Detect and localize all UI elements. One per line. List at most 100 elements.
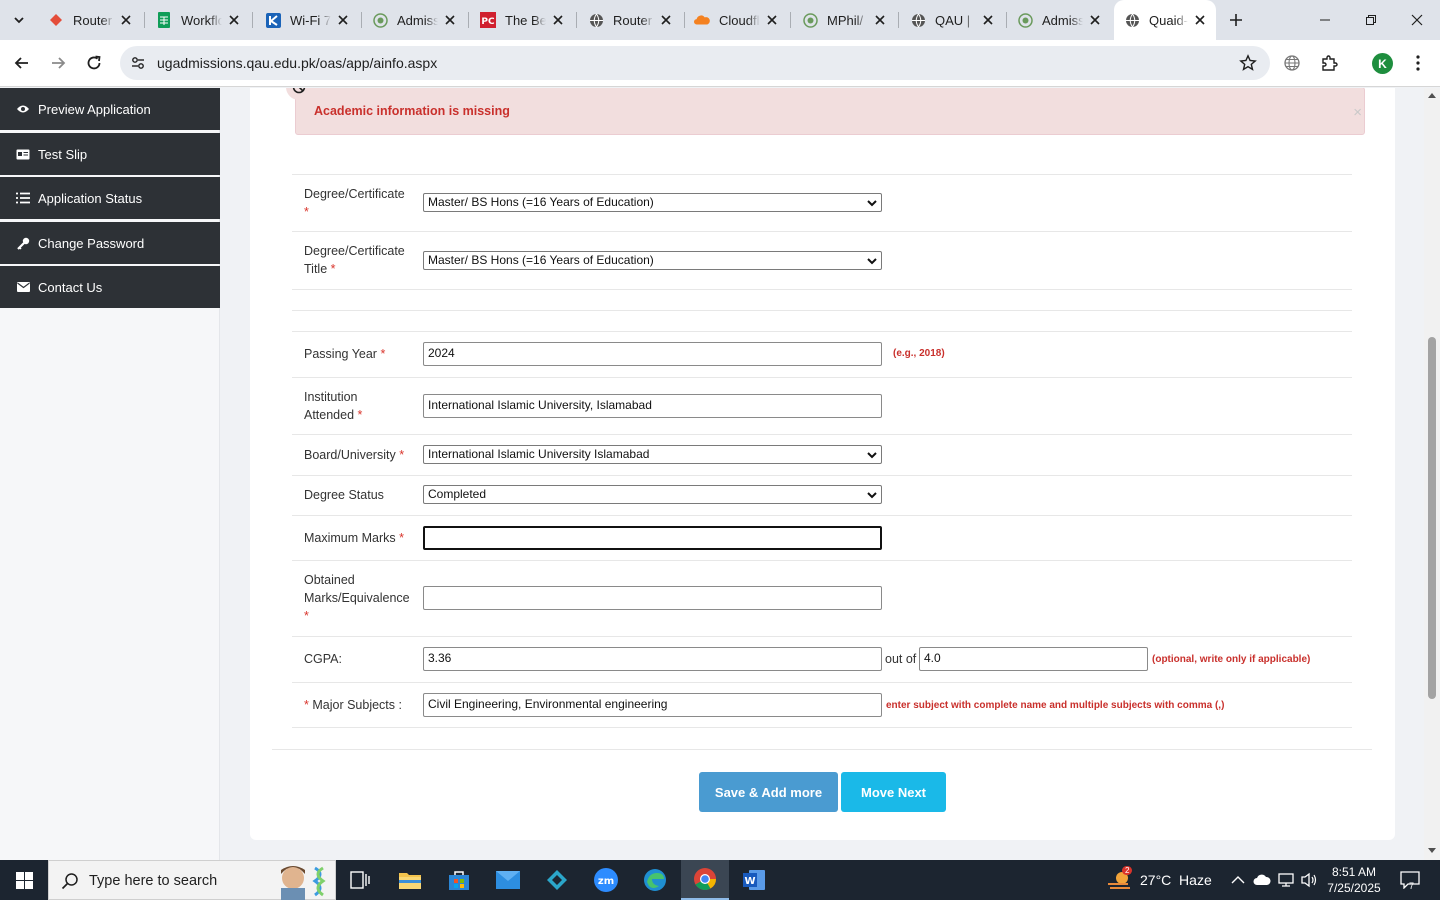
tab-close-icon[interactable] [335,12,351,28]
obtained-marks-input[interactable] [423,586,882,610]
sidebar-item-change-password[interactable]: Change Password [0,222,220,264]
tab-close-icon[interactable] [980,12,996,28]
tab-separator [898,12,899,28]
tab-close-icon[interactable] [442,12,458,28]
cgpa-hint: (optional, write only if applicable) [1152,654,1311,665]
tab-close-icon[interactable] [872,12,888,28]
tab-close-icon[interactable] [118,12,134,28]
back-button[interactable] [8,49,36,77]
system-clock[interactable]: 8:51 AM 7/25/2025 [1318,864,1390,896]
board-select[interactable]: International Islamic University Islamab… [423,445,882,464]
move-next-button[interactable]: Move Next [841,772,946,812]
institution-input[interactable]: International Islamic University, Islama… [423,394,882,418]
mail-button[interactable] [484,860,532,900]
tab-close-icon[interactable] [764,12,780,28]
edge-button[interactable] [631,860,679,900]
browser-tab[interactable]: Wi-Fi 7 [255,6,359,34]
chevron-up-icon[interactable] [1229,871,1247,889]
browser-tab[interactable]: Cloudflare [684,6,788,34]
browser-tab[interactable]: Admission [362,6,466,34]
search-icon [61,873,78,890]
browser-tab[interactable]: Router [578,6,682,34]
store-button[interactable] [435,860,483,900]
word-icon: W [743,870,765,890]
tab-close-icon[interactable] [658,12,674,28]
divider [292,682,1352,683]
alert-close-button[interactable]: × [1353,104,1362,121]
chrome-icon [694,868,716,890]
cgpa-out-of-input[interactable]: 4.0 [919,647,1148,671]
tab-close-icon[interactable] [550,12,566,28]
passing-year-input[interactable]: 2024 [423,342,882,366]
taskbar-search-box[interactable]: Type here to search [48,860,336,900]
degree-select[interactable]: Master/ BS Hons (=16 Years of Education) [423,193,882,212]
bookmark-star-icon[interactable] [1238,53,1258,73]
chevron-down-icon [867,200,877,207]
cgpa-input[interactable]: 3.36 [423,647,882,671]
sheets-icon [156,12,172,28]
zoom-button[interactable]: zm [582,860,630,900]
sidebar-item-application-status[interactable]: Application Status [0,177,220,219]
divider [292,289,1352,290]
major-subjects-label: * Major Subjects : [304,698,402,712]
obtained-marks-label: Obtained Marks/Equivalence * [304,573,410,623]
scroll-down-icon[interactable] [1428,846,1436,854]
scroll-up-icon[interactable] [1428,92,1436,100]
major-subjects-input[interactable]: Civil Engineering, Environmental enginee… [423,693,882,717]
site-info-icon[interactable] [128,53,148,73]
start-button[interactable] [0,860,48,900]
extensions-puzzle-icon[interactable] [1316,50,1342,76]
tab-close-icon[interactable] [226,12,242,28]
maximum-marks-input[interactable] [423,526,882,550]
tab-search-button[interactable] [6,7,32,33]
address-bar[interactable]: ugadmissions.qau.edu.pk/oas/app/ainfo.as… [120,46,1270,80]
sidebar-item-test-slip[interactable]: Test Slip [0,133,220,175]
page-scrollbar[interactable] [1424,88,1440,860]
file-explorer-button[interactable] [386,860,434,900]
chevron-down-icon [14,17,24,24]
browser-tab[interactable]: PC The Best [470,6,574,34]
tab-close-icon[interactable] [1192,12,1208,28]
url-text[interactable]: ugadmissions.qau.edu.pk/oas/app/ainfo.as… [157,55,437,71]
browser-tab[interactable]: Router [38,6,142,34]
divider [292,434,1352,435]
word-button[interactable]: W [730,860,778,900]
menu-kebab-icon[interactable] [1405,50,1431,76]
svg-text:zm: zm [598,876,614,887]
new-tab-button[interactable] [1224,8,1248,32]
scrollbar-thumb[interactable] [1428,337,1436,699]
sidebar-item-contact-us[interactable]: Contact Us [0,266,220,308]
degree-status-select[interactable]: Completed [423,485,882,504]
degree-title-select[interactable]: Master/ BS Hons (=16 Years of Education) [423,251,882,270]
tab-close-icon[interactable] [1087,12,1103,28]
cloud-icon [694,12,710,28]
task-view-icon [350,871,370,889]
minimize-button[interactable] [1302,0,1348,40]
sidebar-item-preview-application[interactable]: Preview Application [0,88,220,130]
browser-tab[interactable]: Quaid- [1114,0,1216,40]
profile-avatar[interactable]: K [1372,53,1393,74]
translate-globe-icon[interactable] [1279,50,1305,76]
tab-title: The Best [505,12,546,28]
network-icon[interactable] [1277,871,1295,889]
app-diamond-button[interactable] [533,860,581,900]
restore-button[interactable] [1348,0,1394,40]
weather-text[interactable]: 27°C Haze [1140,872,1212,888]
reload-icon [87,55,101,70]
task-view-button[interactable] [336,860,384,900]
forward-button[interactable] [44,49,72,77]
browser-tab[interactable]: QAU | [900,6,1004,34]
qau-seal-icon [372,12,388,28]
cloud-sync-icon[interactable] [1253,871,1271,889]
alert-message: Academic information is missing [314,104,510,118]
save-add-more-button[interactable]: Save & Add more [699,772,838,812]
browser-tab[interactable]: MPhil/ [792,6,896,34]
reload-button[interactable] [80,49,108,77]
tab-title: Admission [1042,12,1083,28]
close-window-button[interactable] [1394,0,1440,40]
browser-tab[interactable]: Admission [1007,6,1111,34]
volume-icon[interactable] [1300,871,1318,889]
id-card-icon [16,147,30,161]
chrome-button[interactable] [681,860,729,900]
browser-tab[interactable]: Workflow [146,6,250,34]
